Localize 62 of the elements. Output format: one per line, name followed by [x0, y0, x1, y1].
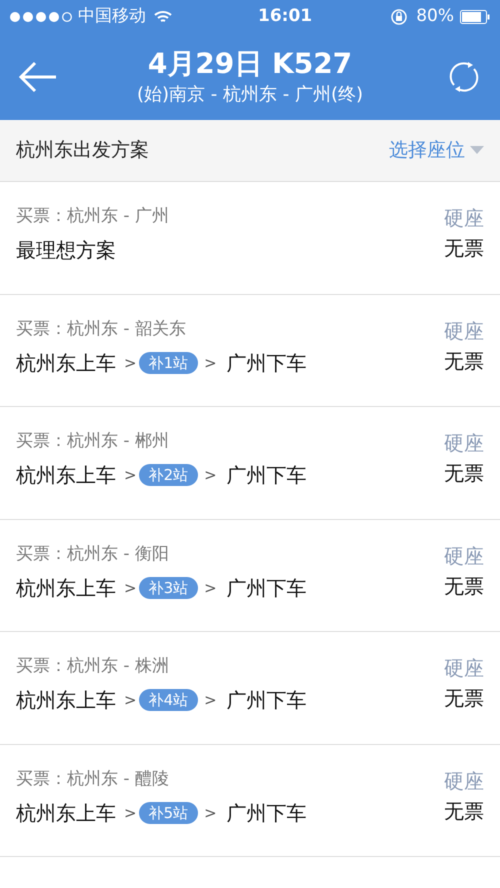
- signal-strength-icon: [10, 12, 72, 22]
- plan-row[interactable]: 买票：杭州东 - 醴陵 杭州东上车 > 补5站 > 广州下车 硬座 无票: [0, 744, 500, 857]
- ticket-availability: 无票: [444, 460, 484, 487]
- chevron-text: >: [204, 690, 217, 711]
- ticket-availability: 无票: [444, 348, 484, 374]
- chevron-text: >: [204, 465, 217, 486]
- ticket-route: 买票：杭州东 - 广州: [16, 205, 170, 228]
- boarding-station: 杭州东上车: [16, 462, 116, 489]
- carrier-name: 中国移动: [78, 5, 146, 28]
- alighting-station: 广州下车: [226, 462, 307, 489]
- seat-type: 硬座: [444, 655, 484, 682]
- plan-row[interactable]: 买票：杭州东 - 株洲 杭州东上车 > 补4站 > 广州下车 硬座 无票: [0, 632, 500, 744]
- boarding-station: 杭州东上车: [16, 350, 116, 376]
- extra-stations-badge: 补2站: [138, 464, 198, 486]
- ticket-route: 买票：杭州东 - 韶关东: [16, 318, 187, 340]
- seat-type: 硬座: [444, 430, 484, 457]
- rotation-lock-icon: [390, 8, 408, 26]
- chevron-text: >: [124, 352, 137, 374]
- wifi-icon: [154, 10, 172, 24]
- plan-row[interactable]: 买票：杭州东 - 韶关东 杭州东上车 > 补1站 > 广州下车 硬座 无票: [0, 294, 500, 407]
- ticket-route: 买票：杭州东 - 醴陵: [16, 768, 170, 790]
- extra-stations-badge: 补4站: [138, 689, 198, 711]
- chevron-text: >: [204, 352, 217, 374]
- chevron-text: >: [124, 690, 137, 711]
- alighting-station: 广州下车: [226, 350, 307, 376]
- plan-row[interactable]: 买票：杭州东 - 广州 最理想方案 硬座 无票: [0, 182, 500, 294]
- route-subtitle: (始)南京 - 杭州东 - 广州(终): [137, 83, 363, 107]
- clock-time: 16:01: [258, 5, 312, 28]
- ticket-route: 买票：杭州东 - 衡阳: [16, 542, 170, 566]
- extra-stations-badge: 补1站: [138, 352, 198, 374]
- alighting-station: 广州下车: [226, 574, 307, 602]
- ticket-route: 买票：杭州东 - 郴州: [16, 430, 170, 453]
- battery-percent: 80%: [416, 5, 454, 28]
- plan-row[interactable]: 买票：杭州东 - 郴州 杭州东上车 > 补2站 > 广州下车 硬座 无票: [0, 407, 500, 520]
- dropdown-caret-icon: [470, 146, 484, 155]
- plan-row[interactable]: 买票：杭州东 - 衡阳 杭州东上车 > 补3站 > 广州下车 硬座 无票: [0, 520, 500, 632]
- seat-type: 硬座: [444, 205, 484, 232]
- boarding-station: 杭州东上车: [16, 574, 116, 602]
- chevron-text: >: [204, 802, 217, 824]
- chevron-text: >: [124, 465, 137, 486]
- train-title: 4月29日 K527: [148, 46, 352, 82]
- battery-icon: [460, 10, 490, 24]
- section-title: 杭州东出发方案: [16, 138, 149, 164]
- ticket-availability: 无票: [444, 685, 484, 712]
- alighting-station: 广州下车: [226, 687, 307, 714]
- extra-stations-badge: 补5站: [138, 802, 198, 824]
- boarding-station: 杭州东上车: [16, 687, 116, 714]
- seat-type: 硬座: [444, 542, 484, 570]
- extra-stations-badge: 补3站: [138, 576, 198, 598]
- back-arrow-icon: [18, 61, 58, 93]
- chevron-text: >: [124, 802, 137, 824]
- ticket-availability: 无票: [444, 572, 484, 600]
- boarding-station: 杭州东上车: [16, 800, 116, 826]
- ticket-availability: 无票: [444, 798, 484, 824]
- seat-type: 硬座: [444, 318, 484, 344]
- ticket-availability: 无票: [444, 235, 484, 262]
- plan-name: 最理想方案: [16, 237, 116, 264]
- alighting-station: 广州下车: [226, 800, 307, 826]
- chevron-text: >: [124, 578, 137, 598]
- ticket-route: 买票：杭州东 - 株洲: [16, 655, 170, 678]
- chevron-text: >: [204, 578, 217, 598]
- seat-type: 硬座: [444, 768, 484, 794]
